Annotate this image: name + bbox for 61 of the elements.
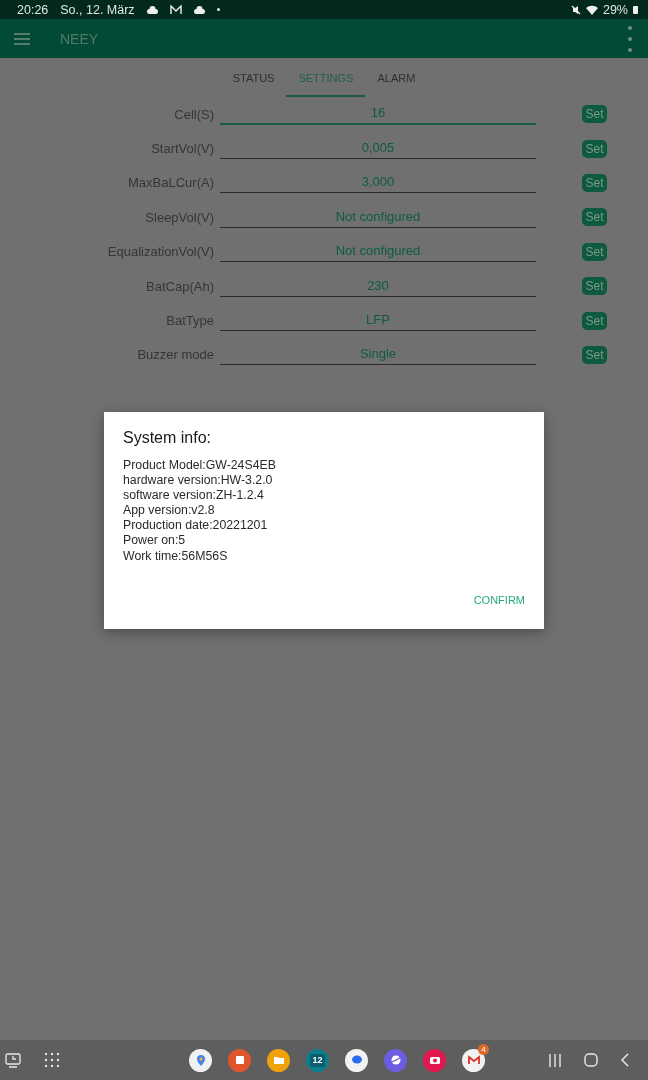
- setting-label: Buzzer mode: [136, 347, 215, 363]
- calendar-date: 12: [310, 1053, 325, 1067]
- set-button[interactable]: Set: [582, 242, 607, 261]
- setting-label: BatCap(Ah): [145, 278, 215, 294]
- confirm-button[interactable]: CONFIRM: [473, 593, 525, 606]
- set-button[interactable]: Set: [582, 173, 607, 192]
- setting-label: SleepVol(V): [144, 209, 215, 225]
- app-title: NEEY: [60, 30, 100, 47]
- browser-app-icon[interactable]: [384, 1048, 407, 1072]
- set-button[interactable]: Set: [582, 311, 607, 330]
- tab[interactable]: SETTINGS: [286, 58, 366, 97]
- dot-icon: [216, 8, 220, 11]
- dialog-title: System info:: [123, 429, 213, 447]
- chat-app-icon[interactable]: [345, 1048, 368, 1072]
- input-field[interactable]: 3,000: [220, 172, 536, 194]
- date: So., 12. März: [60, 2, 135, 17]
- info-line: software version:ZH-1.2.4: [123, 488, 265, 504]
- battery-icon: [633, 5, 638, 14]
- maps-app-icon[interactable]: [189, 1048, 212, 1072]
- apps-grid-icon[interactable]: [45, 1053, 59, 1067]
- info-line: Power on:5: [123, 533, 187, 549]
- info-line: App version:v2.8: [123, 503, 216, 519]
- tab[interactable]: ALARM: [365, 58, 428, 97]
- setting-label: StartVol(V): [150, 141, 215, 157]
- back-icon[interactable]: [620, 1053, 629, 1067]
- mail-icon: [169, 4, 182, 15]
- input-field[interactable]: Not configured: [220, 206, 536, 228]
- set-button[interactable]: Set: [582, 277, 607, 296]
- mute-icon: [570, 4, 581, 15]
- clock: 20:26: [17, 2, 49, 17]
- input-field[interactable]: LFP: [220, 310, 536, 332]
- input-field[interactable]: 230: [220, 275, 536, 297]
- set-button[interactable]: Set: [582, 139, 607, 158]
- wifi-icon: [585, 4, 598, 15]
- set-button[interactable]: Set: [582, 345, 607, 364]
- tab[interactable]: STATUS: [220, 58, 287, 97]
- input-field[interactable]: 16: [220, 103, 536, 126]
- info-line: Work time:56M56S: [123, 548, 229, 564]
- info-line: Production date:20221201: [123, 518, 269, 534]
- home-icon[interactable]: [584, 1053, 598, 1067]
- notification-badge: 4: [478, 1043, 489, 1055]
- input-field[interactable]: Single: [220, 344, 536, 366]
- recents-icon[interactable]: [548, 1053, 562, 1067]
- battery-percent: 29%: [602, 2, 628, 17]
- more-icon[interactable]: [628, 25, 632, 52]
- input-field[interactable]: Not configured: [220, 241, 536, 263]
- camera-app-icon[interactable]: [423, 1048, 446, 1072]
- set-button[interactable]: Set: [582, 105, 607, 124]
- input-field[interactable]: 0,005: [220, 138, 536, 160]
- calendar-app-icon[interactable]: 12: [306, 1048, 329, 1072]
- setting-label: Cell(S): [173, 106, 215, 122]
- setting-label: EqualizationVol(V): [106, 244, 215, 260]
- info-line: hardware version:HW-3.2.0: [123, 473, 274, 489]
- folder-app-icon[interactable]: [267, 1048, 290, 1072]
- set-button[interactable]: Set: [582, 208, 607, 227]
- info-line: Product Model:GW-24S4EB: [123, 458, 277, 474]
- setting-label: MaxBaLCur(A): [127, 175, 215, 191]
- setting-label: BatType: [165, 313, 215, 329]
- cloud-icon: [193, 5, 205, 14]
- screen-clock-icon[interactable]: [5, 1052, 21, 1068]
- cloud-icon: [146, 5, 158, 14]
